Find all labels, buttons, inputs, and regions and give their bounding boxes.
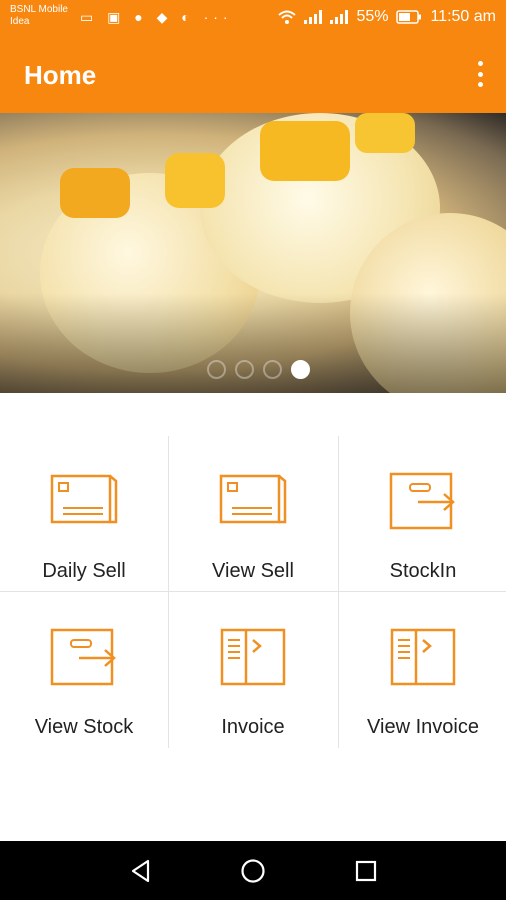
stock-transfer-icon — [50, 628, 116, 686]
sell-card-icon — [50, 474, 118, 524]
carrier-line-2: Idea — [10, 16, 30, 27]
signal-icon-2 — [330, 10, 349, 24]
signal-icon-1 — [304, 10, 323, 24]
carousel-dot[interactable] — [262, 360, 282, 379]
notification-icons: ▭ ▣ ● ◆ ◐ ··· — [80, 9, 233, 25]
menu-grid: Daily Sell View Sell StockIn View Stock — [0, 436, 506, 748]
view-sell-button[interactable]: View Sell — [169, 436, 337, 592]
tile-label: View Sell — [212, 560, 294, 582]
tile-label: Daily Sell — [42, 560, 126, 582]
banner-image-part — [260, 121, 350, 181]
recents-icon[interactable] — [354, 858, 378, 884]
sell-card-icon — [219, 474, 287, 524]
status-right: 55% 11:50 am — [278, 8, 496, 26]
tile-label: Invoice — [221, 716, 285, 738]
app-bar: Home — [0, 36, 506, 113]
carousel-dot-active[interactable] — [290, 360, 310, 379]
tile-label: View Stock — [34, 716, 134, 738]
invoice-book-icon — [220, 628, 286, 686]
invoice-button[interactable]: Invoice — [169, 592, 337, 748]
tile-label: View Invoice — [367, 716, 479, 738]
carousel-indicators — [0, 360, 506, 379]
battery-icon — [396, 10, 422, 24]
overflow-menu-icon[interactable] — [476, 61, 484, 87]
wifi-icon — [278, 10, 297, 24]
carrier-label: BSNL Mobile Idea — [10, 4, 68, 28]
stock-transfer-icon — [389, 472, 455, 530]
daily-sell-button[interactable]: Daily Sell — [0, 436, 168, 592]
status-bar: BSNL Mobile Idea ▭ ▣ ● ◆ ◐ ··· 55% 11:50… — [0, 0, 506, 36]
back-icon[interactable] — [128, 858, 154, 884]
view-invoice-button[interactable]: View Invoice — [339, 592, 506, 748]
invoice-book-icon — [390, 628, 456, 686]
banner-image-part — [165, 153, 225, 208]
carrier-line-1: BSNL Mobile — [10, 4, 68, 15]
banner-carousel[interactable] — [0, 113, 506, 393]
banner-image-part — [355, 113, 415, 153]
system-nav-bar — [0, 841, 506, 900]
home-icon[interactable] — [240, 858, 266, 884]
view-stock-button[interactable]: View Stock — [0, 592, 168, 748]
banner-image-part — [60, 168, 130, 218]
clock: 11:50 am — [430, 8, 496, 25]
carousel-dot[interactable] — [234, 360, 254, 379]
stockin-button[interactable]: StockIn — [339, 436, 506, 592]
battery-percent: 55% — [356, 8, 389, 25]
page-title: Home — [24, 60, 97, 90]
tile-label: StockIn — [389, 560, 457, 582]
carousel-dot[interactable] — [206, 360, 226, 379]
